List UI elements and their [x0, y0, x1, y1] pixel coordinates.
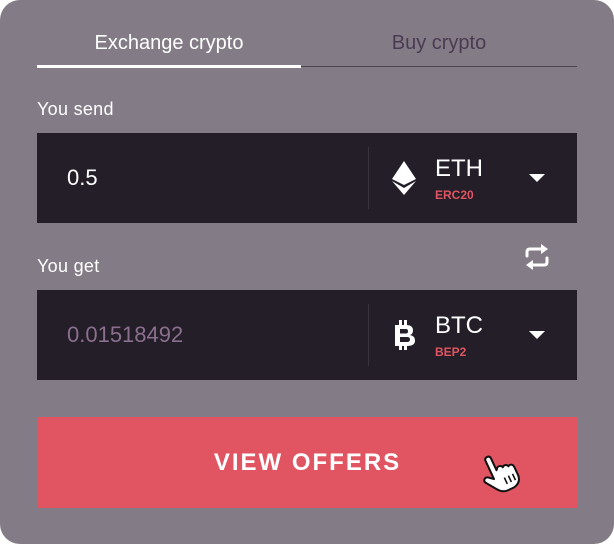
- send-currency-network: ERC20: [435, 188, 474, 202]
- get-amount-value: 0.01518492: [67, 322, 184, 347]
- chevron-down-icon: [529, 174, 545, 182]
- exchange-widget: Exchange crypto Buy crypto You send 0.5 …: [0, 0, 614, 544]
- ethereum-icon: [392, 161, 416, 195]
- swap-arrows-icon[interactable]: [523, 244, 551, 270]
- chevron-down-icon: [529, 331, 545, 339]
- tab-buy-crypto[interactable]: Buy crypto: [301, 20, 577, 66]
- send-currency-ticker: ETH: [435, 155, 483, 182]
- tab-divider: [301, 66, 577, 67]
- get-label: You get: [37, 256, 100, 276]
- get-field: 0.01518492 BTC BEP2: [37, 290, 577, 380]
- tab-bar: Exchange crypto Buy crypto: [37, 20, 577, 68]
- get-currency-selector[interactable]: BTC BEP2: [369, 290, 577, 380]
- send-currency-selector[interactable]: ETH ERC20: [369, 133, 577, 223]
- bitcoin-icon: [395, 320, 415, 350]
- send-amount-input[interactable]: 0.5: [67, 133, 357, 223]
- send-label: You send: [37, 99, 114, 119]
- get-currency-ticker: BTC: [435, 312, 483, 339]
- get-currency-network: BEP2: [435, 345, 467, 359]
- hand-pointer-icon: [483, 455, 520, 493]
- tab-exchange-crypto[interactable]: Exchange crypto: [37, 20, 301, 66]
- active-tab-indicator: [37, 65, 301, 68]
- send-field: 0.5 ETH ERC20: [37, 133, 577, 223]
